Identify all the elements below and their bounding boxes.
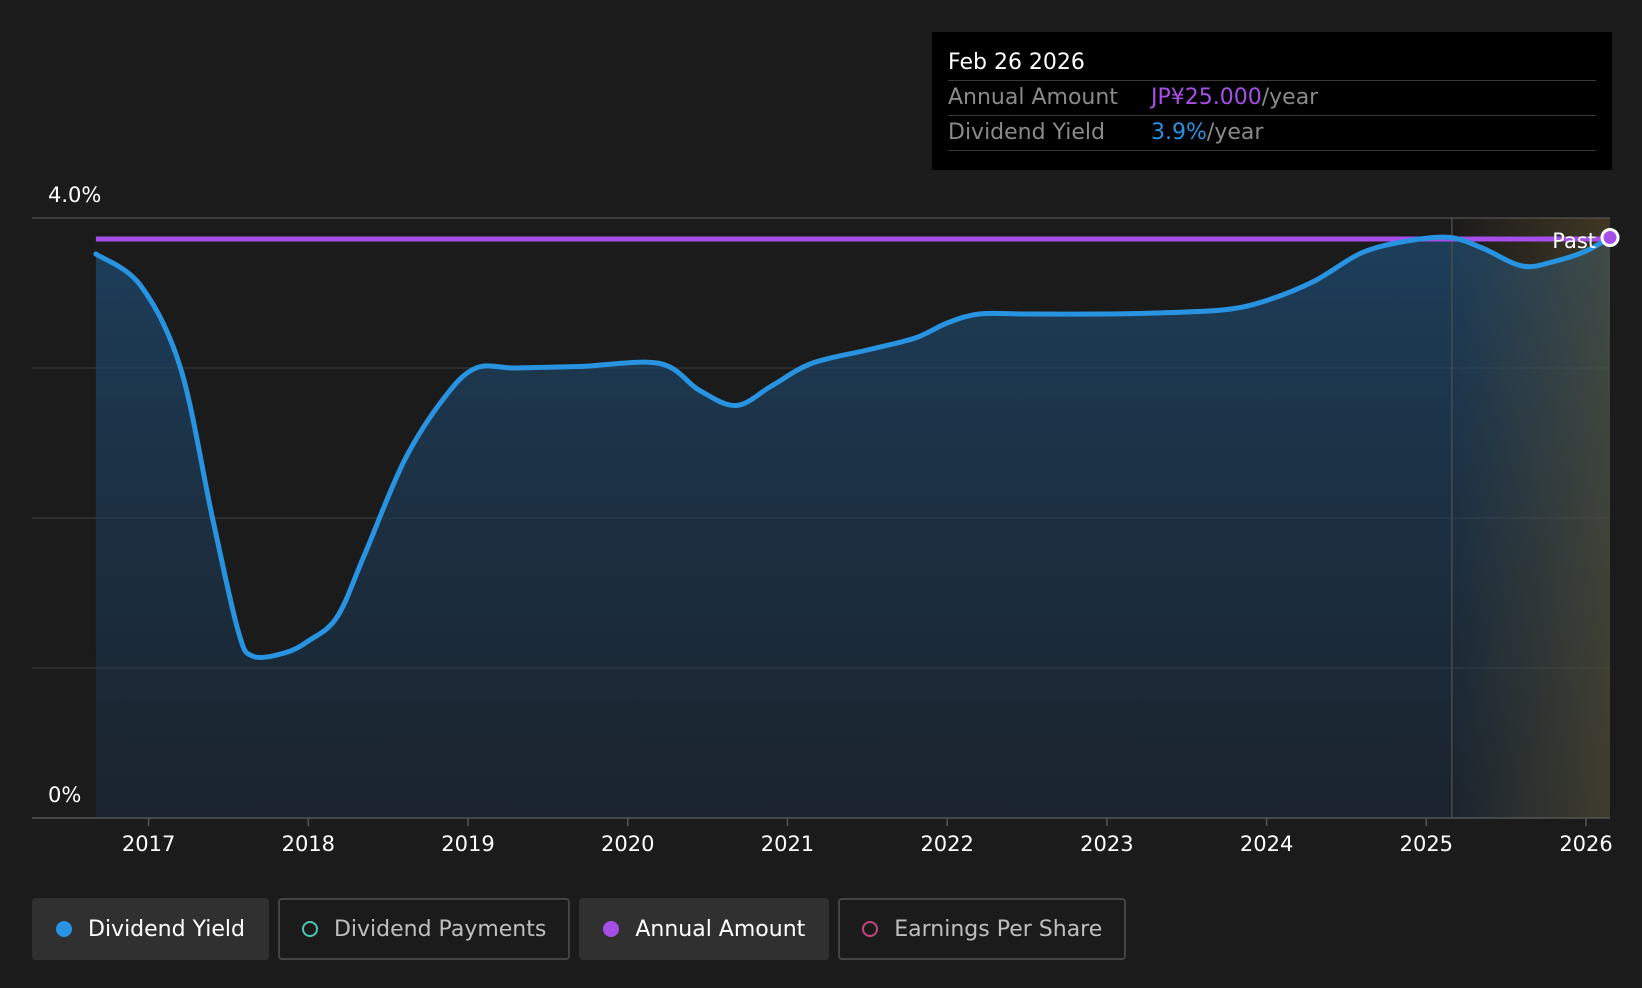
tooltip-row-annual-amount: Annual Amount JP¥25.000 /year (948, 81, 1596, 116)
past-label: Past (1552, 229, 1596, 253)
tooltip-value: JP¥25.000 (1151, 85, 1262, 110)
legend-dividend-yield[interactable]: Dividend Yield (32, 898, 269, 960)
x-tick-label: 2021 (761, 832, 814, 856)
legend-annual-amount[interactable]: Annual Amount (579, 898, 830, 960)
end-point-marker (1600, 228, 1620, 247)
x-tick-label: 2020 (601, 832, 654, 856)
legend-label: Annual Amount (635, 916, 806, 942)
tooltip-date: Feb 26 2026 (948, 46, 1596, 81)
tooltip-unit: /year (1261, 85, 1319, 110)
x-tick-label: 2018 (282, 832, 335, 856)
legend-label: Dividend Yield (88, 916, 245, 942)
x-axis: 2017 2018 2019 2020 2021 2022 2023 2024 2025 2026 (32, 817, 1613, 856)
x-tick-label: 2026 (1559, 832, 1612, 856)
legend-dividend-payments[interactable]: Dividend Payments (277, 898, 571, 960)
legend-earnings-per-share[interactable]: Earnings Per Share (838, 898, 1127, 960)
legend-label: Dividend Payments (333, 916, 547, 942)
chart-tooltip: Feb 26 2026 Annual Amount JP¥25.000 /yea… (932, 32, 1612, 170)
tooltip-label: Annual Amount (948, 85, 1118, 110)
x-tick-label: 2025 (1400, 832, 1453, 856)
forecast-shade (1451, 218, 1610, 818)
x-tick-label: 2024 (1240, 832, 1293, 856)
legend-dot-icon (301, 921, 318, 937)
area-layer (95, 237, 1611, 818)
tooltip-label: Dividend Yield (948, 120, 1105, 145)
x-tick-label: 2017 (122, 832, 175, 856)
y-tick-label: 4.0% (48, 183, 101, 207)
legend-dot-icon (56, 921, 72, 937)
x-tick-label: 2023 (1080, 832, 1133, 856)
legend-label: Earnings Per Share (894, 916, 1103, 942)
x-tick-label: 2022 (920, 832, 973, 856)
tooltip-value: 3.9% (1151, 120, 1207, 145)
tooltip-unit: /year (1206, 120, 1264, 145)
y-tick-label: 0% (48, 783, 81, 807)
legend-dot-icon (603, 921, 620, 937)
chart-legend: Dividend Yield Dividend Payments Annual … (32, 898, 1127, 960)
x-tick-label: 2019 (441, 832, 494, 856)
dividend-yield-area (95, 237, 1611, 818)
legend-dot-icon (862, 921, 879, 937)
forecast-region (1451, 218, 1610, 818)
tooltip-row-dividend-yield: Dividend Yield 3.9% /year (948, 116, 1596, 151)
